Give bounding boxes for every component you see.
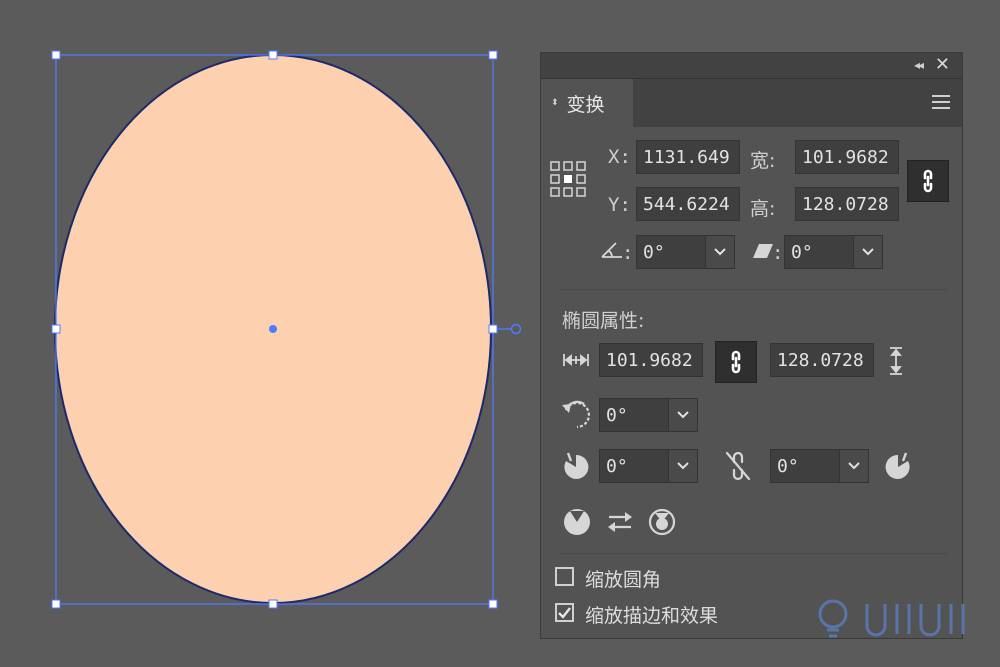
link-icon xyxy=(731,350,741,374)
tab-expand-icon[interactable]: ⬍ xyxy=(551,98,559,108)
reset-pie-icon[interactable] xyxy=(647,507,677,537)
ellipse-rotation-icon xyxy=(562,400,590,429)
chevron-down-icon xyxy=(677,462,689,470)
constrain-proportions-button[interactable] xyxy=(907,160,949,202)
chevron-down-icon xyxy=(848,462,860,470)
height-input[interactable]: 128.0728 xyxy=(795,187,899,221)
tab-transform[interactable]: ⬍ 变换 xyxy=(541,79,633,127)
hamburger-menu-icon[interactable] xyxy=(932,95,950,109)
close-icon[interactable]: ✕ xyxy=(935,54,950,75)
y-label: Y: xyxy=(608,194,631,216)
section-divider xyxy=(558,289,948,290)
link-icon xyxy=(923,169,933,193)
x-input[interactable]: 1131.649 xyxy=(636,140,740,174)
checkmark-icon xyxy=(558,607,571,619)
shear-icon xyxy=(753,244,773,258)
unlink-pie-icon[interactable] xyxy=(724,450,752,482)
collapse-icon[interactable]: ◂◂ xyxy=(914,58,924,72)
scale-strokes-checkbox[interactable] xyxy=(555,603,574,622)
handle-top-left[interactable] xyxy=(51,50,61,60)
pie-start-angle-icon xyxy=(564,452,589,479)
rotate-dropdown[interactable] xyxy=(705,235,735,269)
chevron-down-icon xyxy=(862,248,874,256)
center-point xyxy=(269,325,277,333)
rotate-angle-icon xyxy=(601,242,622,258)
ellipse-rotation-dropdown[interactable] xyxy=(668,398,698,432)
shear-colon: : xyxy=(772,242,784,264)
ellipse-properties-heading: 椭圆属性: xyxy=(562,310,645,332)
handle-middle-left[interactable] xyxy=(51,324,61,334)
shear-input[interactable]: 0° xyxy=(784,235,854,269)
handle-top-right[interactable] xyxy=(488,50,498,60)
chevron-down-icon xyxy=(677,411,689,419)
handle-bottom-right[interactable] xyxy=(488,599,498,609)
watermark-logo xyxy=(818,599,965,638)
pie-start-dropdown[interactable] xyxy=(668,449,698,483)
horizontal-width-icon xyxy=(563,354,589,366)
pie-start-input[interactable]: 0° xyxy=(599,449,669,483)
handle-bottom-left[interactable] xyxy=(51,599,61,609)
reference-point-icon[interactable] xyxy=(550,160,586,200)
height-label: 高: xyxy=(750,198,776,220)
ellipse-height-input[interactable]: 128.0728 xyxy=(770,343,874,377)
pie-end-angle-icon xyxy=(885,452,910,479)
chevron-down-icon xyxy=(714,248,726,256)
panel-tabstrip: ⬍ 变换 xyxy=(541,79,962,127)
width-label: 宽: xyxy=(750,150,776,172)
panel-titlebar: ◂◂ ✕ xyxy=(541,53,962,79)
rotate-colon: : xyxy=(622,242,634,264)
handle-top-center[interactable] xyxy=(268,50,278,60)
pie-end-dropdown[interactable] xyxy=(839,449,869,483)
y-input[interactable]: 544.6224 xyxy=(636,187,740,221)
section-divider xyxy=(558,553,948,554)
pie-constrain-icon[interactable] xyxy=(562,507,592,537)
ellipse-width-input[interactable]: 101.9682 xyxy=(599,343,703,377)
scale-strokes-label: 缩放描边和效果 xyxy=(585,605,719,627)
ellipse-constrain-button[interactable] xyxy=(715,341,757,383)
swap-pie-icon[interactable] xyxy=(606,510,634,534)
shear-dropdown[interactable] xyxy=(853,235,883,269)
scale-corners-checkbox[interactable] xyxy=(555,567,574,586)
vertical-height-icon xyxy=(890,347,902,375)
pie-widget-handle[interactable] xyxy=(510,323,522,335)
rotate-input[interactable]: 0° xyxy=(636,235,706,269)
handle-bottom-center[interactable] xyxy=(268,599,278,609)
handle-middle-right[interactable] xyxy=(488,324,498,334)
width-input[interactable]: 101.9682 xyxy=(795,140,899,174)
scale-corners-label: 缩放圆角 xyxy=(585,569,662,591)
pie-end-input[interactable]: 0° xyxy=(770,449,840,483)
tab-title: 变换 xyxy=(566,93,605,116)
ellipse-rotation-input[interactable]: 0° xyxy=(599,398,669,432)
x-label: X: xyxy=(608,146,631,168)
